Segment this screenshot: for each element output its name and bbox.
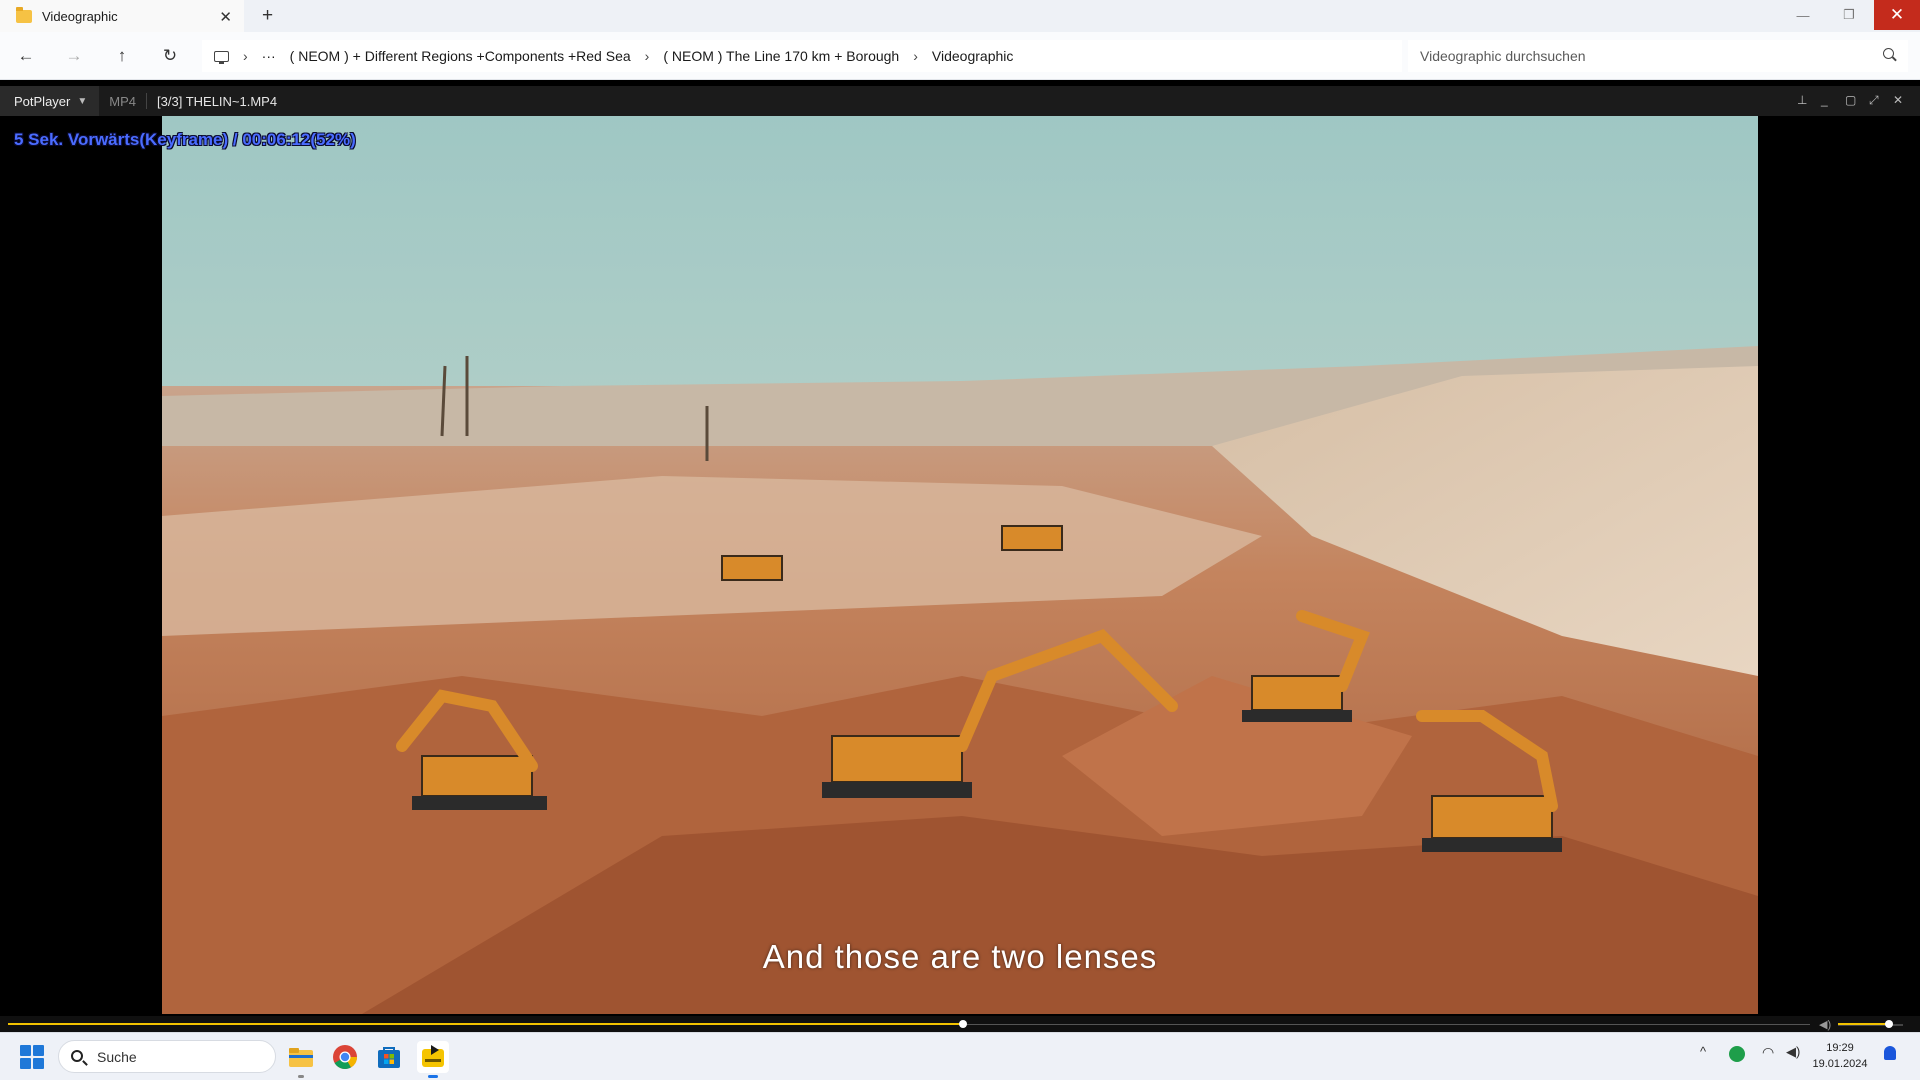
seek-progress xyxy=(8,1023,963,1025)
wifi-icon[interactable]: ◠ xyxy=(1762,1044,1774,1061)
windows-start-icon[interactable] xyxy=(20,1045,44,1069)
speaker-icon[interactable]: ◀) xyxy=(1819,1018,1831,1031)
up-button[interactable]: ↑ xyxy=(110,44,134,68)
chrome-icon[interactable] xyxy=(329,1041,361,1073)
file-explorer-icon[interactable] xyxy=(285,1041,317,1078)
potplayer-menu-button[interactable]: PotPlayer ▼ xyxy=(0,86,100,116)
restore-button[interactable]: ❐ xyxy=(1826,0,1872,30)
speaker-icon[interactable]: ◀) xyxy=(1786,1044,1800,1060)
search-icon xyxy=(1883,48,1894,59)
folder-search-input[interactable]: Videographic durchsuchen xyxy=(1408,40,1908,72)
divider xyxy=(146,93,148,109)
taskbar-search-input[interactable]: Suche xyxy=(58,1040,276,1073)
refresh-button[interactable]: ↻ xyxy=(158,44,182,68)
forward-button[interactable]: → xyxy=(62,44,86,68)
this-pc-icon[interactable] xyxy=(214,50,229,64)
clock-time: 19:29 xyxy=(1826,1042,1854,1054)
active-indicator xyxy=(428,1075,438,1078)
player-maximize-button[interactable]: ▢ xyxy=(1845,93,1856,107)
breadcrumb[interactable]: › ··· ( NEOM ) + Different Regions +Comp… xyxy=(202,40,1402,72)
potplayer-titlebar: PotPlayer ▼ MP4 [3/3] THELIN~1.MP4 ⊥ _ ▢… xyxy=(0,86,1920,116)
search-icon xyxy=(71,1050,83,1062)
breadcrumb-item-the-line[interactable]: ( NEOM ) The Line 170 km + Borough xyxy=(663,48,899,64)
potplayer-brand: PotPlayer xyxy=(14,93,71,109)
breadcrumb-separator[interactable]: › xyxy=(913,48,918,64)
seek-handle[interactable] xyxy=(959,1020,967,1028)
close-tab-icon[interactable]: ✕ xyxy=(219,8,232,26)
explorer-titlebar: Videographic ✕ + — ❐ ✕ xyxy=(0,0,1920,32)
close-window-button[interactable]: ✕ xyxy=(1874,0,1920,30)
minimize-button[interactable]: — xyxy=(1780,0,1826,30)
player-fullscreen-button[interactable]: ⤢ xyxy=(1869,93,1879,108)
explorer-address-bar: ← → ↑ ↻ › ··· ( NEOM ) + Different Regio… xyxy=(0,32,1920,80)
subtitle-text: And those are two lenses xyxy=(762,938,1158,975)
breadcrumb-item-videographic[interactable]: Videographic xyxy=(932,48,1013,64)
notification-bell-icon[interactable] xyxy=(1884,1046,1896,1060)
microsoft-store-icon[interactable] xyxy=(373,1041,405,1073)
show-hidden-icons-button[interactable]: ^ xyxy=(1700,1044,1706,1059)
seek-bar[interactable]: ◀) xyxy=(0,1016,1920,1032)
taskbar: Suche ^ ◠ ◀) 19:29 19.01.2024 xyxy=(0,1032,1920,1080)
taskbar-search-label: Suche xyxy=(97,1048,137,1065)
file-title: [3/3] THELIN~1.MP4 xyxy=(157,93,278,109)
potplayer-icon[interactable] xyxy=(417,1041,449,1078)
video-area[interactable]: 5 Sek. Vorwärts(Keyframe) / 00:06:12(52%… xyxy=(0,116,1920,1016)
security-shield-icon[interactable] xyxy=(1729,1046,1745,1062)
player-close-button[interactable]: ✕ xyxy=(1893,93,1903,107)
folder-icon xyxy=(16,6,32,23)
pin-icon[interactable]: ⊥ xyxy=(1797,93,1807,107)
video-frame xyxy=(162,116,1758,1014)
breadcrumb-separator[interactable]: › xyxy=(243,48,248,64)
new-tab-button[interactable]: + xyxy=(262,5,273,27)
tab-title: Videographic xyxy=(42,8,118,24)
clock[interactable]: 19:29 19.01.2024 xyxy=(1810,1040,1870,1072)
folder-search-placeholder: Videographic durchsuchen xyxy=(1420,48,1586,64)
back-button[interactable]: ← xyxy=(14,44,38,68)
chevron-down-icon: ▼ xyxy=(77,95,88,107)
file-format-label: MP4 xyxy=(109,93,137,109)
clock-date: 19.01.2024 xyxy=(1812,1058,1868,1070)
tab-videographic[interactable]: Videographic ✕ xyxy=(0,0,244,32)
volume-level xyxy=(1838,1023,1889,1025)
breadcrumb-item-neom-regions[interactable]: ( NEOM ) + Different Regions +Components… xyxy=(290,48,631,64)
breadcrumb-overflow[interactable]: ··· xyxy=(262,48,276,64)
osd-seek-message: 5 Sek. Vorwärts(Keyframe) / 00:06:12(52%… xyxy=(14,130,356,149)
running-indicator xyxy=(298,1075,304,1078)
breadcrumb-separator[interactable]: › xyxy=(645,48,650,64)
volume-handle[interactable] xyxy=(1885,1020,1893,1028)
player-minimize-button[interactable]: _ xyxy=(1821,93,1828,107)
